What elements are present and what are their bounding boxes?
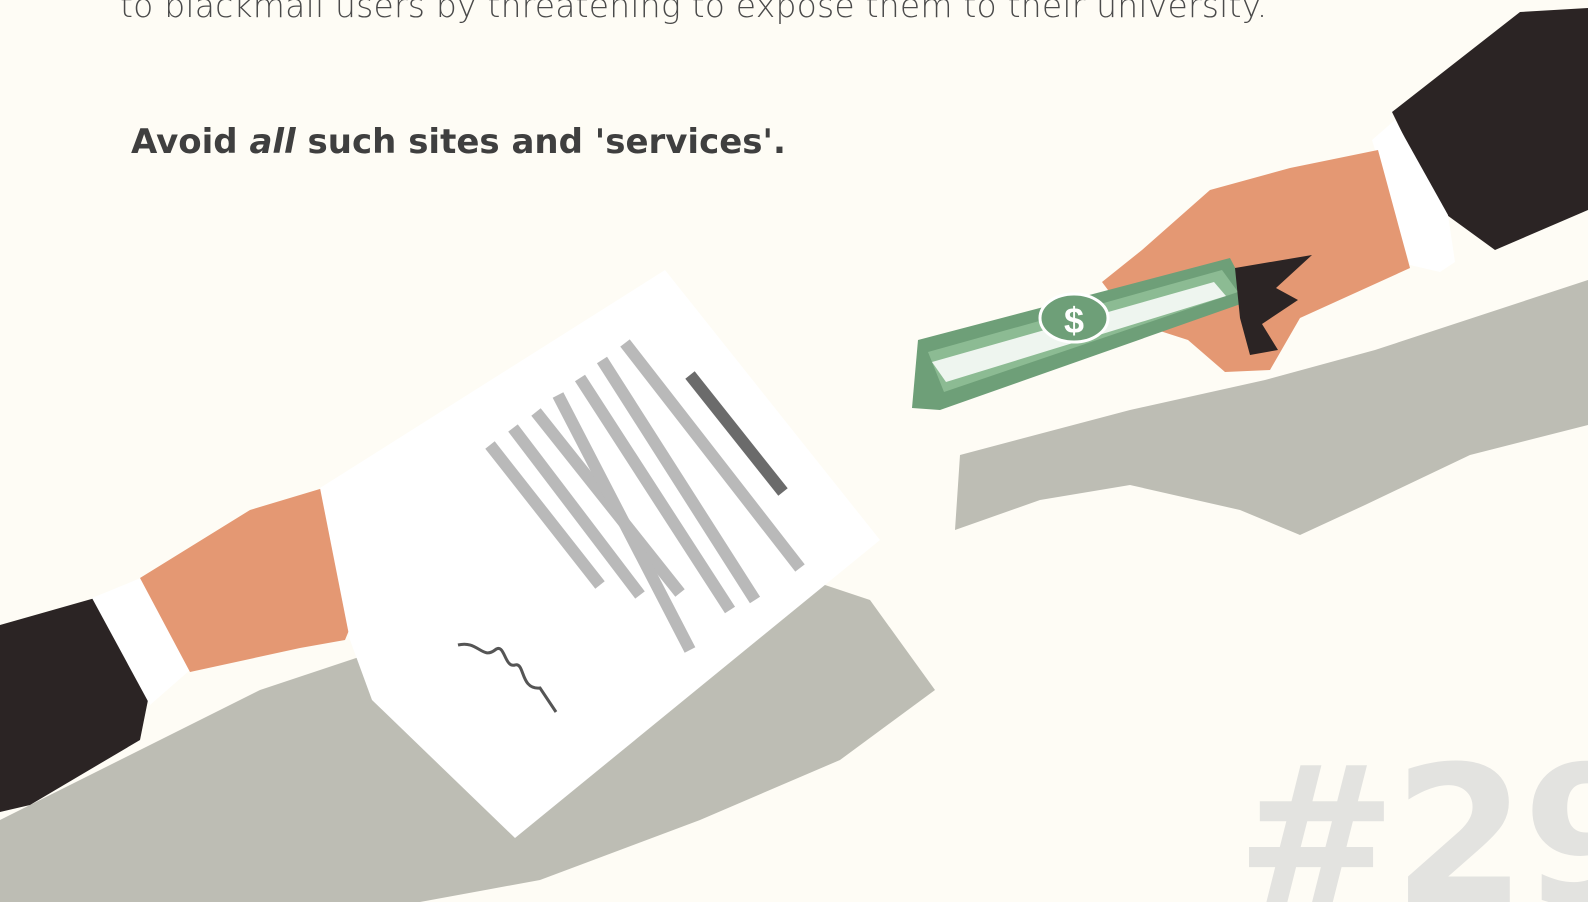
- svg-text:$: $: [1064, 300, 1084, 341]
- tip-number-badge: #29: [1236, 726, 1588, 902]
- warning-emphasis: all: [249, 122, 296, 162]
- body-text-line: to blackmail users by threatening to exp…: [120, 0, 1268, 25]
- page: $ to blackmail users by threatening to e…: [0, 0, 1588, 902]
- warning-text: Avoid all such sites and 'services'.: [131, 122, 786, 162]
- warning-suffix: such sites and 'services'.: [295, 122, 786, 162]
- warning-prefix: Avoid: [131, 122, 250, 162]
